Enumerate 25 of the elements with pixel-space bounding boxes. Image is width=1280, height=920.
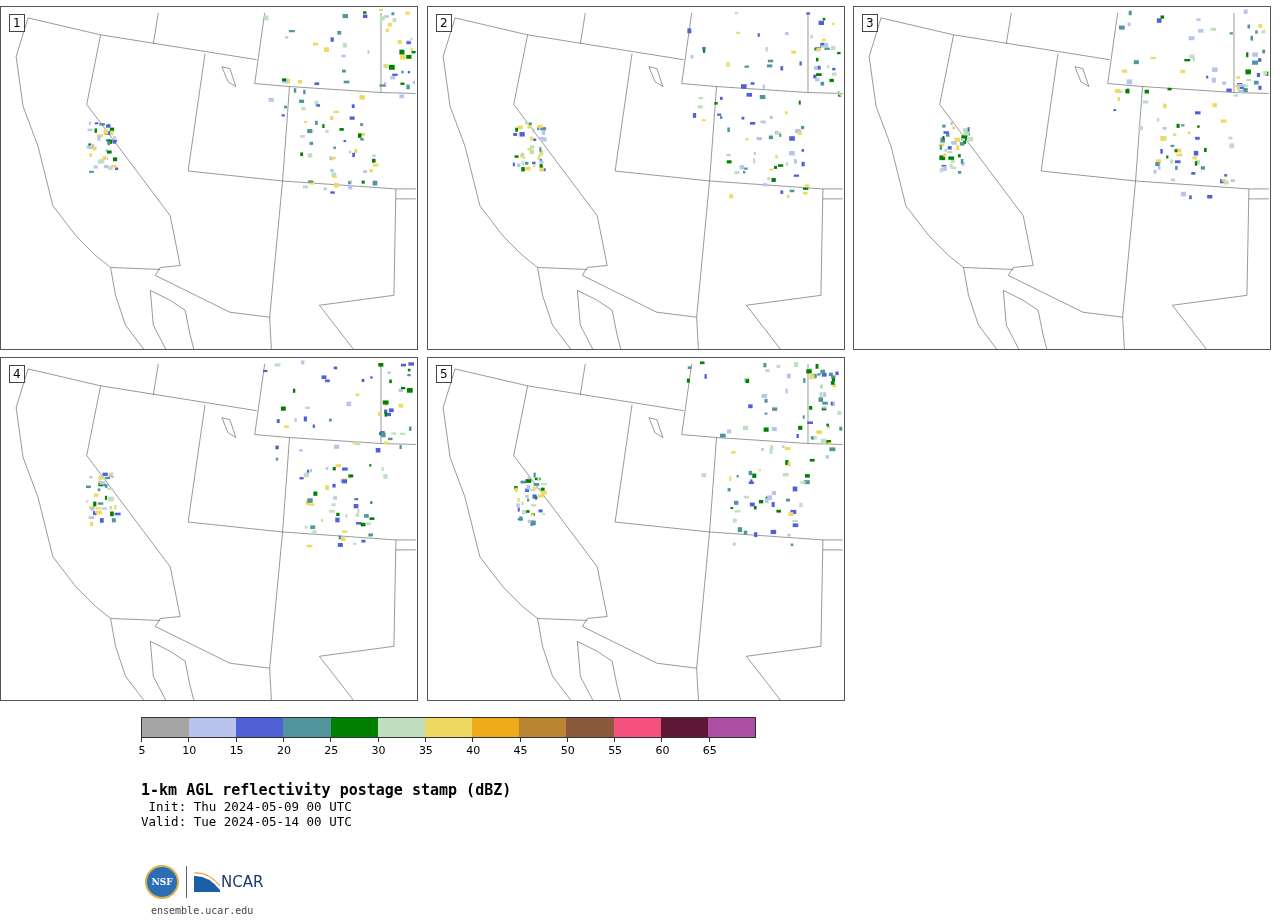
tick-label: 15 bbox=[228, 744, 245, 757]
ncar-logo-text: NCAR bbox=[221, 873, 264, 891]
panel-number: 1 bbox=[9, 14, 25, 32]
tick-label: 55 bbox=[607, 744, 624, 757]
panel-number: 3 bbox=[862, 14, 878, 32]
tick-label: 45 bbox=[512, 744, 529, 757]
panel-number: 5 bbox=[436, 365, 452, 383]
website-url: ensemble.ucar.edu bbox=[151, 905, 255, 916]
tick-label: 50 bbox=[559, 744, 576, 757]
tick-label: 25 bbox=[323, 744, 340, 757]
panel-number: 2 bbox=[436, 14, 452, 32]
init-time: Init: Thu 2024-05-09 00 UTC bbox=[147, 799, 353, 814]
tick-label: 10 bbox=[181, 744, 198, 757]
swoosh-icon bbox=[194, 872, 220, 892]
tick-label: 30 bbox=[370, 744, 387, 757]
tick-label: 20 bbox=[275, 744, 292, 757]
tick-label: 60 bbox=[654, 744, 671, 757]
tick-label: 35 bbox=[417, 744, 434, 757]
tick-label: 65 bbox=[701, 744, 718, 757]
tick-label: 5 bbox=[137, 744, 147, 757]
tick-label: 40 bbox=[465, 744, 482, 757]
nsf-logo: NSF bbox=[145, 865, 179, 899]
panel-number: 4 bbox=[9, 365, 25, 383]
chart-title: 1-km AGL reflectivity postage stamp (dBZ) bbox=[141, 781, 513, 799]
valid-time: Valid: Tue 2024-05-14 00 UTC bbox=[141, 814, 353, 829]
